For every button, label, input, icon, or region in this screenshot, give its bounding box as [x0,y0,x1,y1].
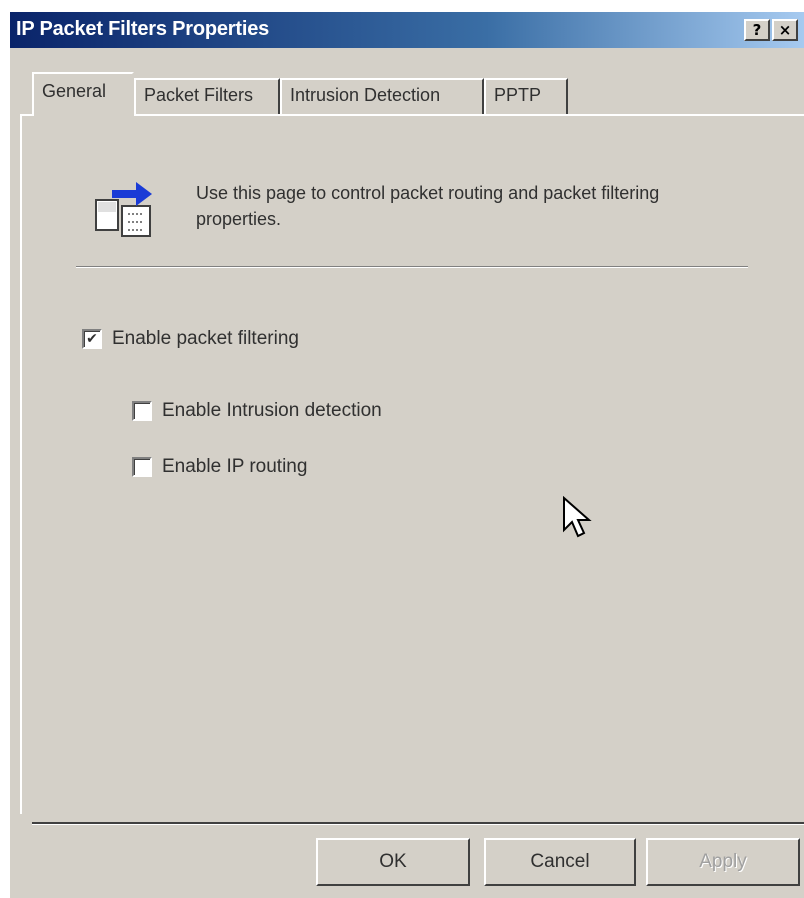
page-description: Use this page to control packet routing … [196,183,660,229]
button-area-divider [32,822,804,825]
mouse-pointer-icon [563,496,592,538]
packet-filter-icon [95,182,152,237]
enable-packet-filtering-option[interactable]: ✔ Enable packet filtering [82,328,299,350]
section-divider [76,266,748,268]
arrow-head [136,182,152,206]
apply-button[interactable]: Apply [646,838,800,886]
properties-dialog: IP Packet Filters Properties ? × General… [10,12,804,898]
checkmark-icon: ✔ [86,331,98,347]
ip-routing-checkbox[interactable] [132,457,152,477]
cancel-button[interactable]: Cancel [484,838,636,886]
help-icon: ? [752,21,762,39]
tab-intrusion-detection[interactable]: Intrusion Detection [280,78,484,114]
ip-routing-label: Enable IP routing [162,456,308,477]
close-icon: × [778,21,792,39]
arrow-shaft [112,190,138,198]
tab-strip: General Packet Filters Intrusion Detecti… [10,72,804,116]
intrusion-detection-label: Enable Intrusion detection [162,400,382,421]
close-button[interactable]: × [772,19,798,41]
tab-pptp[interactable]: PPTP [484,78,568,114]
tab-general[interactable]: General [32,72,134,116]
enable-ip-routing-option[interactable]: Enable IP routing [132,456,307,478]
pointer-arrow-shape [563,496,592,538]
packet-filtering-label: Enable packet filtering [112,328,299,349]
title-bar[interactable]: IP Packet Filters Properties ? × [10,12,804,48]
ok-button[interactable]: OK [316,838,470,886]
window-title: IP Packet Filters Properties [16,18,270,40]
enable-intrusion-detection-option[interactable]: Enable Intrusion detection [132,400,382,422]
tab-packet-filters[interactable]: Packet Filters [134,78,280,114]
help-button[interactable]: ? [744,19,770,41]
packet-filtering-checkbox[interactable]: ✔ [82,329,102,349]
intrusion-detection-checkbox[interactable] [132,401,152,421]
document-back-fold [98,202,116,212]
